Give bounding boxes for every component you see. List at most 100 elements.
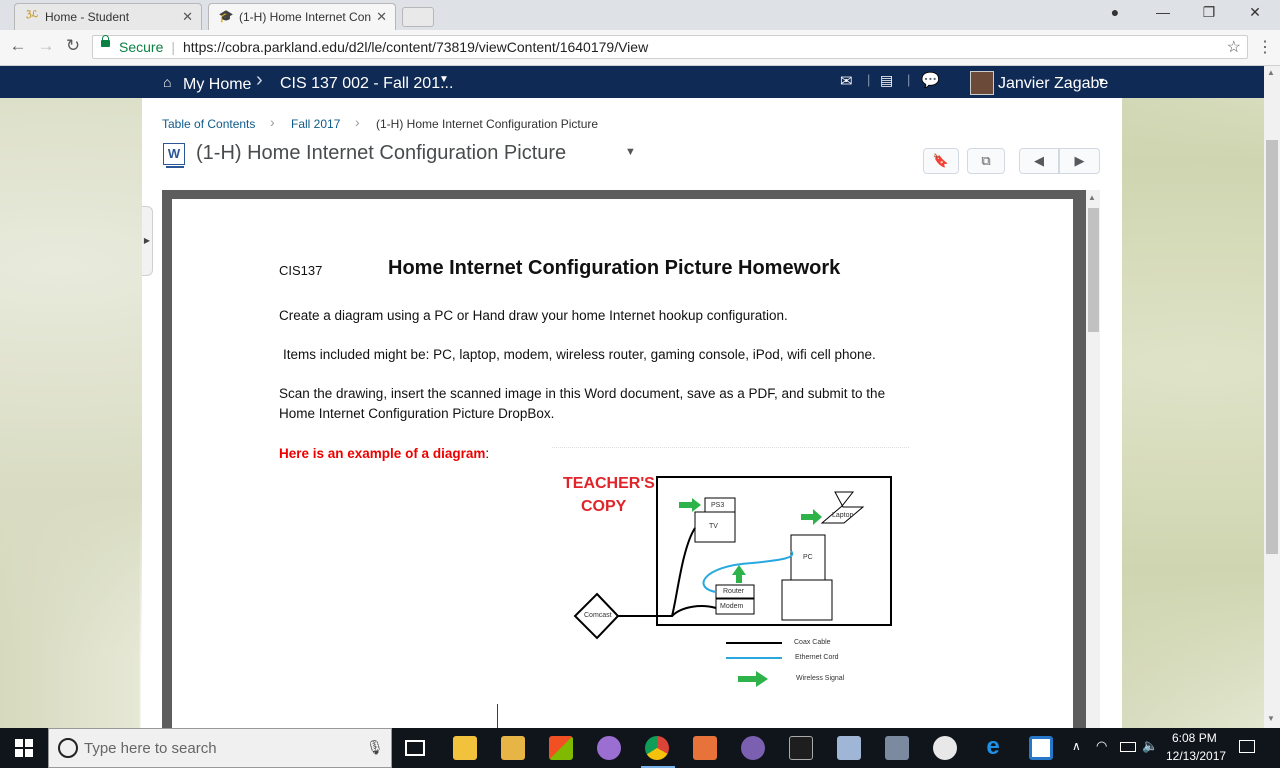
teacher-copy-line-2: COPY (581, 498, 627, 515)
profile-icon[interactable]: ● (1092, 4, 1138, 26)
bookmark-icon: 🔖 (932, 153, 950, 168)
chrome-icon[interactable] (645, 736, 669, 760)
chevron-down-icon[interactable]: ▼ (1097, 76, 1106, 86)
modem-label: Modem (720, 603, 744, 610)
chevron-right-icon: › (270, 114, 275, 130)
viewer-scrollbar-thumb[interactable] (1088, 208, 1099, 332)
close-tab-icon[interactable]: ✕ (182, 9, 193, 25)
side-panel-toggle[interactable]: ▶ (142, 206, 153, 276)
bookmark-star-icon[interactable]: ☆ (1227, 37, 1241, 57)
new-tab-button[interactable] (402, 7, 434, 27)
update-alert-icon[interactable]: ▤ (880, 72, 893, 89)
legend-ethernet-label: Ethernet Cord (795, 654, 839, 661)
notifications-icon[interactable] (1239, 740, 1255, 753)
subscription-alert-icon[interactable]: 💬 (921, 71, 940, 89)
breadcrumb-table-of-contents[interactable]: Table of Contents (162, 117, 255, 131)
comcast-label: Comcast (584, 612, 612, 619)
start-pane (15, 749, 23, 757)
task-view-icon[interactable] (405, 740, 425, 756)
scroll-up-icon[interactable]: ▲ (1088, 193, 1096, 202)
edge-icon[interactable]: e (981, 735, 1005, 760)
word-document-icon: W (163, 143, 185, 168)
start-pane (25, 739, 33, 747)
my-home-link[interactable]: My Home (183, 76, 251, 94)
scroll-down-icon[interactable]: ▼ (1267, 714, 1275, 723)
message-alert-icon[interactable]: ✉ (840, 72, 853, 90)
search-icon (58, 738, 78, 758)
legend-wireless-arrow (738, 671, 768, 687)
graduation-cap-icon: 🎓 (218, 9, 234, 23)
app-icon[interactable] (1029, 736, 1053, 760)
battery-icon[interactable] (1120, 742, 1136, 752)
paragraph-1: Create a diagram using a PC or Hand draw… (279, 308, 788, 323)
url-text: https://cobra.parkland.edu/d2l/le/conten… (183, 39, 649, 55)
home-icon[interactable]: ⌂ (163, 74, 171, 90)
chevron-up-icon[interactable]: ∧ (1072, 739, 1081, 753)
bookmark-button[interactable]: 🔖 (923, 148, 959, 174)
wifi-icon[interactable]: ◠ (1096, 738, 1107, 754)
close-window-button[interactable]: ✕ (1232, 4, 1278, 26)
volume-icon[interactable]: 🔈 (1142, 738, 1158, 754)
tv-label: TV (709, 523, 718, 530)
next-topic-button[interactable]: ▶ (1059, 148, 1100, 174)
document-heading: Home Internet Configuration Picture Home… (388, 257, 841, 279)
paragraph-3-line-1: Scan the drawing, insert the scanned ima… (279, 386, 886, 401)
clock-time[interactable]: 6:08 PM (1172, 731, 1217, 745)
news-icon[interactable] (933, 736, 957, 760)
wireless-arrow-router (732, 565, 746, 583)
lock-icon (101, 35, 110, 47)
triangle-right-icon: ▶ (1074, 153, 1085, 168)
course-code: CIS137 (279, 263, 323, 278)
reload-icon[interactable]: ↻ (63, 36, 83, 58)
start-pane (25, 749, 33, 757)
app-icon[interactable] (885, 736, 909, 760)
desk-box (781, 579, 833, 621)
legend-coax-label: Coax Cable (794, 639, 831, 646)
store-icon[interactable] (453, 736, 477, 760)
legend-wireless-label: Wireless Signal (796, 675, 845, 682)
page-title: (1-H) Home Internet Configuration Pictur… (196, 142, 567, 164)
terminal-icon[interactable] (789, 736, 813, 760)
microphone-icon[interactable]: 🎙 (366, 739, 384, 756)
github-icon[interactable] (741, 736, 765, 760)
back-icon[interactable]: ← (8, 36, 28, 58)
user-menu[interactable]: Janvier Zagabe (998, 75, 1108, 93)
paragraph-2: Items included might be: PC, laptop, mod… (283, 347, 876, 362)
course-selector[interactable]: CIS 137 002 - Fall 201... (280, 75, 453, 93)
chevron-right-icon: › (355, 114, 360, 130)
restore-button[interactable]: ❐ (1186, 4, 1232, 26)
file-explorer-icon[interactable] (501, 736, 525, 760)
secure-label: Secure (119, 39, 164, 55)
windows-start-icon[interactable] (15, 739, 33, 757)
example-label: Here is an example of a diagram (279, 446, 486, 461)
tab-current-page[interactable]: 🎓 (1-H) Home Internet Con ✕ (208, 3, 396, 30)
page-scrollbar-thumb[interactable] (1266, 140, 1278, 554)
app-icon[interactable] (837, 736, 861, 760)
open-new-window-button[interactable]: ⧉ (967, 148, 1005, 174)
url-separator: | (171, 39, 175, 55)
breadcrumb-fall-2017[interactable]: Fall 2017 (291, 117, 340, 131)
pc-label: PC (803, 554, 813, 561)
address-bar[interactable]: Secure | https://cobra.parkland.edu/d2l/… (92, 35, 1248, 59)
clock-date[interactable]: 12/13/2017 (1166, 749, 1226, 763)
teacher-copy-line-1: TEACHER'S (563, 475, 655, 492)
office-icon[interactable] (549, 736, 573, 760)
tab-home-student[interactable]: ℨℒ Home - Student ✕ (14, 3, 202, 30)
chevron-right-icon: › (256, 69, 263, 91)
avatar[interactable] (970, 71, 994, 95)
forward-icon[interactable]: → (36, 36, 56, 58)
paragraph-3-line-2: Home Internet Configuration Picture Drop… (279, 406, 555, 421)
menu-icon[interactable]: ⋮ (1257, 37, 1273, 57)
coax-cable-line-2 (671, 605, 717, 617)
paint-icon[interactable] (597, 736, 621, 760)
visual-studio-icon[interactable] (693, 736, 717, 760)
title-options-chevron-icon[interactable]: ▼ (625, 146, 636, 158)
previous-topic-button[interactable]: ◀ (1019, 148, 1059, 174)
search-placeholder: Type here to search (84, 740, 217, 757)
minimize-button[interactable]: — (1140, 4, 1186, 26)
close-tab-icon[interactable]: ✕ (376, 9, 387, 25)
d2l-logo-icon: ℨℒ (25, 9, 39, 19)
divider: | (867, 72, 871, 87)
scroll-up-icon[interactable]: ▲ (1267, 68, 1275, 77)
chevron-down-icon[interactable]: ▼ (439, 74, 449, 85)
